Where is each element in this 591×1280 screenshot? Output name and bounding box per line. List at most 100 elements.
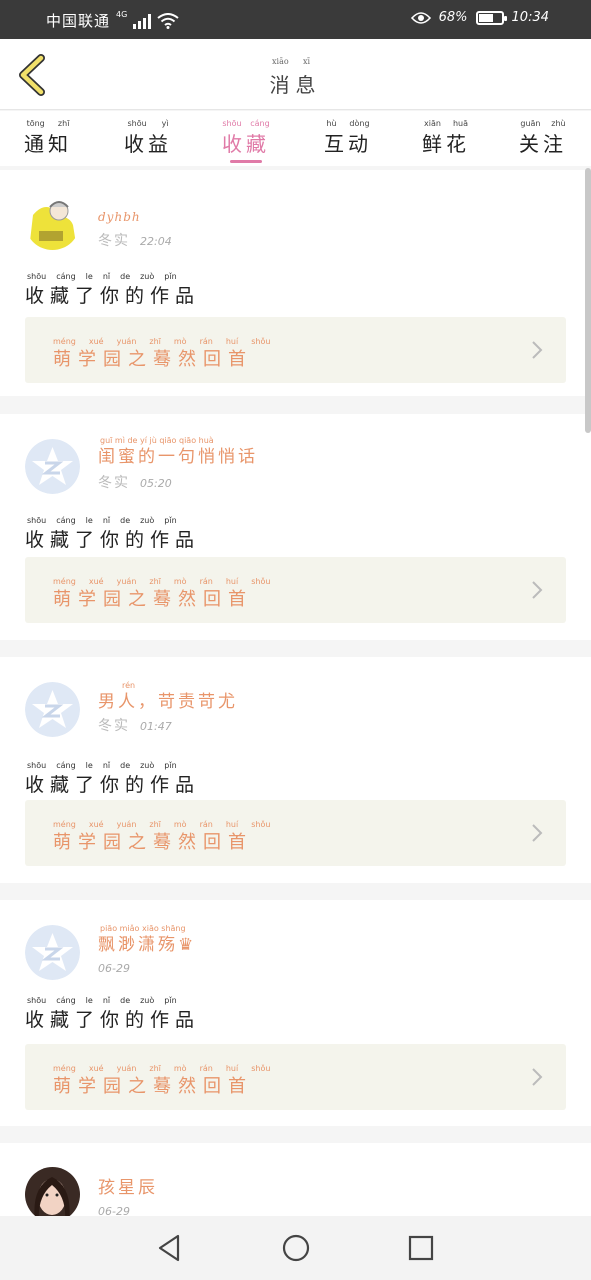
message-card: 孩星辰 06-29: [0, 1143, 591, 1216]
tab-pinyin: hù dòng: [326, 119, 370, 128]
status-right: 68% 10:34: [410, 10, 549, 25]
user-name[interactable]: dyhbh: [98, 210, 141, 224]
user-role: 冬实: [98, 718, 130, 734]
title-pinyin-2: xī: [303, 57, 311, 66]
tab-pinyin: tōng zhī: [26, 119, 70, 128]
square-recent-icon[interactable]: [405, 1232, 437, 1264]
avatar[interactable]: [25, 1167, 80, 1216]
action-pinyin: shōu cáng le nǐ de zuò pǐn: [27, 996, 177, 1005]
qq-zone-avatar-icon: [25, 925, 80, 980]
action-pinyin: shōu cáng le nǐ de zuò pǐn: [27, 516, 177, 525]
action-text: 收藏了你的作品: [25, 285, 201, 307]
chevron-right-icon: [532, 581, 543, 599]
avatar[interactable]: [25, 682, 80, 737]
work-title: 萌学园之蓦然回首: [53, 349, 253, 370]
tab-pinyin: shōu cáng: [222, 119, 270, 128]
work-title: 萌学园之蓦然回首: [53, 589, 253, 610]
work-link[interactable]: méng xué yuán zhī mò rán huí shǒu 萌学园之蓦然回首: [25, 800, 566, 866]
wifi-icon: [157, 12, 179, 29]
work-title: 萌学园之蓦然回首: [53, 1076, 253, 1097]
app-root: 中国联通 4G 68% 10:34 xiāo xī 消息 tōng zhī 通知…: [0, 0, 591, 1280]
user-name[interactable]: 男人，苛责苛尤: [98, 687, 238, 712]
work-link[interactable]: méng xué yuán zhī mò rán huí shǒu 萌学园之蓦然回首: [25, 557, 566, 623]
action-text: 收藏了你的作品: [25, 529, 201, 551]
tab-favorites[interactable]: shōu cáng 收藏: [218, 119, 274, 164]
message-time: 01:47: [140, 720, 172, 733]
clock: 10:34: [511, 10, 549, 25]
tab-pinyin: xiān huā: [424, 119, 468, 128]
tab-pinyin: guān zhù: [520, 119, 566, 128]
action-line: shōu cáng le nǐ de zuò pǐn 收藏了你的作品: [25, 761, 200, 797]
user-name[interactable]: 孩星辰: [98, 1173, 158, 1198]
user-name[interactable]: 飘渺潇殇♛: [98, 930, 196, 955]
eye-icon: [410, 11, 431, 24]
message-meta: 06-29: [98, 962, 130, 975]
avatar[interactable]: [25, 195, 80, 250]
work-title: 萌学园之蓦然回首: [53, 832, 253, 853]
work-link[interactable]: méng xué yuán zhī mò rán huí shǒu 萌学园之蓦然回首: [25, 1044, 566, 1110]
tab-following[interactable]: guān zhù 关注: [515, 119, 571, 164]
action-text: 收藏了你的作品: [25, 1009, 201, 1031]
work-link[interactable]: méng xué yuán zhī mò rán huí shǒu 萌学园之蓦然回首: [25, 317, 566, 383]
tab-notice[interactable]: tōng zhī 通知: [20, 119, 76, 164]
message-meta: 冬实 22:04: [98, 230, 172, 250]
avatar[interactable]: [25, 925, 80, 980]
tab-pinyin: shōu yì: [127, 119, 169, 128]
user-name-pinyin: piāo miǎo xiāo shāng: [100, 924, 186, 933]
status-left: 中国联通 4G: [46, 10, 179, 31]
chevron-right-icon: [532, 341, 543, 359]
user-name-pinyin: rén: [122, 681, 136, 690]
chevron-right-icon: [532, 824, 543, 842]
tab-label: 收藏: [222, 132, 270, 156]
carrier-name: 中国联通: [46, 12, 111, 30]
qq-zone-avatar-icon: [25, 682, 80, 737]
tab-flowers[interactable]: xiān huā 鲜花: [418, 119, 474, 164]
tab-interaction[interactable]: hù dòng 互动: [320, 119, 376, 164]
battery-percent: 68%: [438, 10, 468, 25]
user-role: 冬实: [98, 475, 130, 491]
page-title-text: 消息: [269, 73, 322, 97]
message-time: 05:20: [140, 477, 172, 490]
active-tab-indicator: [230, 160, 262, 163]
network-type: 4G: [116, 10, 128, 19]
user-role: 冬实: [98, 233, 130, 249]
message-time: 06-29: [98, 1205, 130, 1216]
tab-bar: tōng zhī 通知 shōu yì 收益 shōu cáng 收藏 hù dòng …: [0, 111, 591, 166]
action-line: shōu cáng le nǐ de zuò pǐn 收藏了你的作品: [25, 996, 200, 1032]
battery-icon: [475, 10, 507, 25]
tab-label: 互动: [324, 132, 372, 156]
system-nav-bar: [0, 1216, 591, 1280]
user-name[interactable]: 闺蜜的一句悄悄话: [98, 442, 258, 467]
action-text: 收藏了你的作品: [25, 774, 201, 796]
tab-income[interactable]: shōu yì 收益: [120, 119, 176, 164]
header: xiāo xī 消息: [0, 39, 591, 110]
qq-zone-avatar-icon: [25, 439, 80, 494]
message-card: dyhbh 冬实 22:04 shōu cáng le nǐ de zuò pǐn 收藏了你的…: [0, 170, 591, 396]
message-time: 06-29: [98, 962, 130, 975]
signal-icon: [133, 13, 152, 29]
page-title: xiāo xī 消息: [0, 57, 591, 98]
triangle-back-icon[interactable]: [154, 1232, 186, 1264]
message-card: 飘渺潇殇♛ piāo miǎo xiāo shāng 06-29 shōu cán…: [0, 900, 591, 1126]
message-meta: 冬实 01:47: [98, 715, 172, 735]
tab-label: 鲜花: [422, 132, 470, 156]
action-line: shōu cáng le nǐ de zuò pǐn 收藏了你的作品: [25, 516, 200, 552]
chevron-right-icon: [532, 1068, 543, 1086]
circle-home-icon[interactable]: [280, 1232, 312, 1264]
status-bar: 中国联通 4G 68% 10:34: [0, 0, 591, 39]
scrollbar[interactable]: [585, 168, 591, 433]
message-meta: 06-29: [98, 1205, 130, 1216]
tab-label: 关注: [519, 132, 567, 156]
tab-label: 收益: [124, 132, 172, 156]
user-name-pinyin: guī mì de yí jù qiāo qiāo huà: [100, 436, 214, 445]
action-pinyin: shōu cáng le nǐ de zuò pǐn: [27, 761, 177, 770]
title-pinyin-1: xiāo: [272, 57, 289, 66]
message-list: dyhbh 冬实 22:04 shōu cáng le nǐ de zuò pǐn 收藏了你的…: [0, 166, 591, 1216]
message-meta: 冬实 05:20: [98, 472, 172, 492]
avatar[interactable]: [25, 439, 80, 494]
message-time: 22:04: [140, 235, 172, 248]
action-line: shōu cáng le nǐ de zuò pǐn 收藏了你的作品: [25, 272, 200, 308]
action-pinyin: shōu cáng le nǐ de zuò pǐn: [27, 272, 177, 281]
message-card: 男人，苛责苛尤 rén 冬实 01:47 shōu cáng le nǐ de zuò pǐn…: [0, 657, 591, 883]
tab-label: 通知: [24, 132, 72, 156]
